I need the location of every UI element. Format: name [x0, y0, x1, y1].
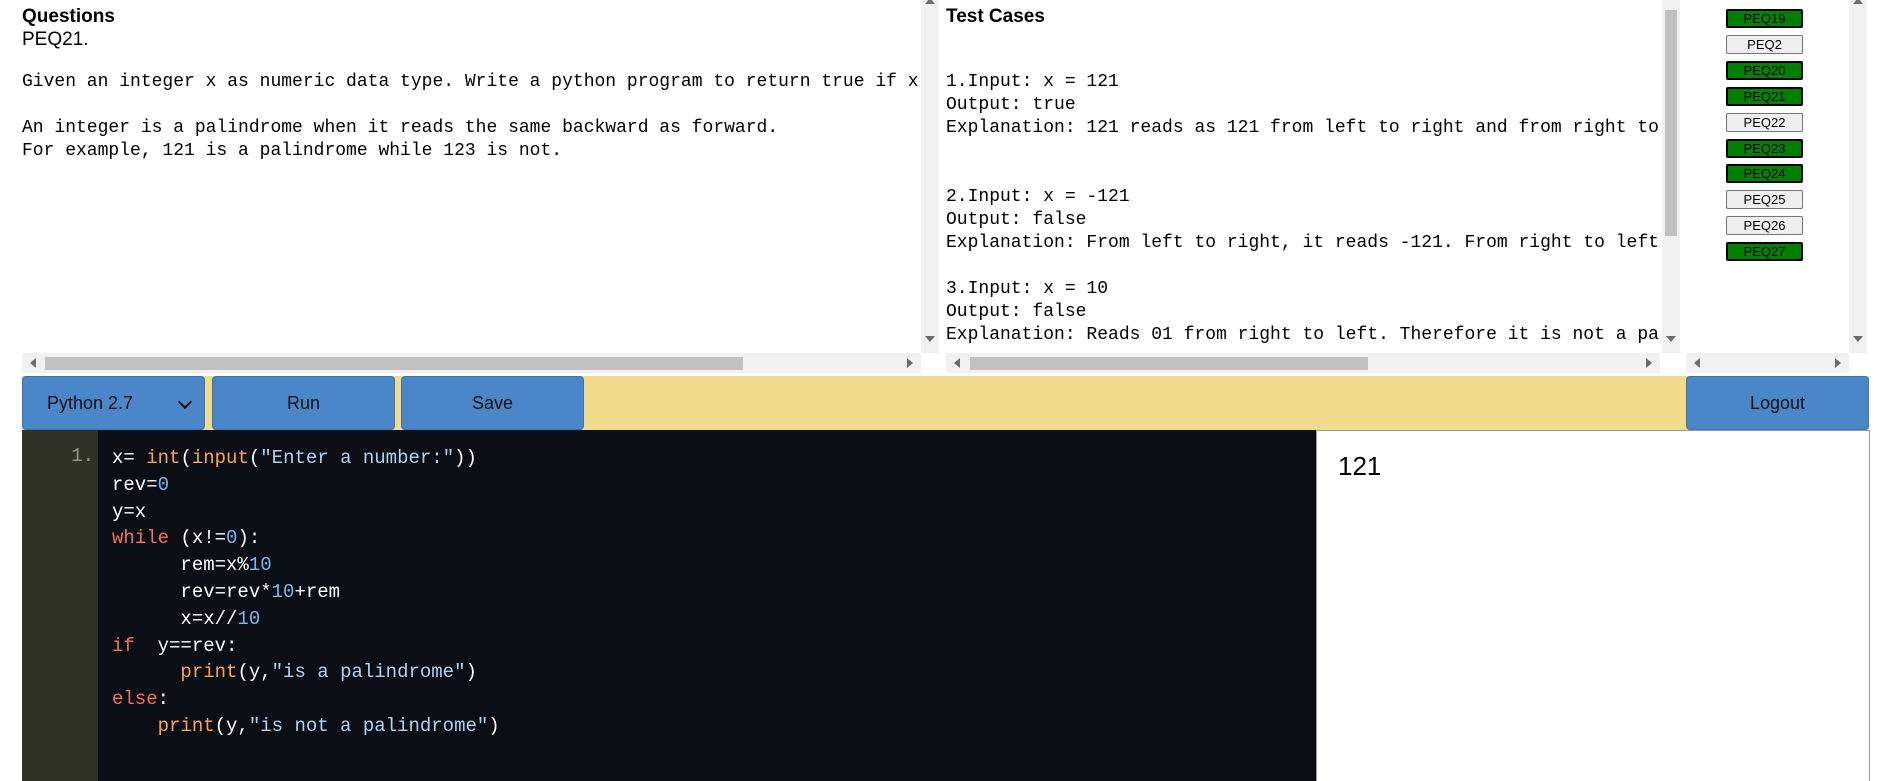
code-editor[interactable]: 1. x= int(input("Enter a number:")) rev=0… [22, 430, 1316, 781]
question-id: PEQ21. [22, 29, 89, 50]
problem-list-horizontal-scrollbar[interactable] [1686, 353, 1849, 373]
problem-button-peq24[interactable]: PEQ24 [1726, 164, 1803, 184]
scroll-left-arrow-icon[interactable] [954, 358, 960, 368]
testcases-vertical-scrollbar[interactable] [1662, 0, 1680, 353]
output-panel: 121 [1316, 430, 1870, 781]
toolbar: Python 2.7 Run Save Logout [22, 376, 1869, 430]
scroll-right-arrow-icon[interactable] [1646, 358, 1652, 368]
code-line: y=x [112, 500, 147, 523]
testcase-line: Explanation: 121 reads as 121 from left … [946, 118, 1659, 138]
code-line: rev=0 [112, 473, 170, 496]
logout-button[interactable]: Logout [1686, 376, 1869, 430]
testcases-pane: Test Cases 1.Input: x = 121 Output: true… [946, 0, 1660, 353]
problem-button-peq19[interactable]: PEQ19 [1726, 9, 1803, 28]
code-line: rev=rev*10+rem [112, 580, 341, 603]
scroll-down-arrow-icon[interactable] [925, 336, 935, 342]
language-select[interactable]: Python 2.7 [22, 376, 205, 430]
testcase-line: Output: true [946, 95, 1076, 115]
scroll-thumb[interactable] [1665, 10, 1677, 236]
questions-horizontal-scrollbar[interactable] [22, 353, 921, 373]
scroll-left-arrow-icon[interactable] [1694, 358, 1700, 368]
scroll-right-arrow-icon[interactable] [907, 358, 913, 368]
problem-button-peq23[interactable]: PEQ23 [1726, 138, 1803, 158]
testcase-line: 1.Input: x = 121 [946, 72, 1119, 92]
testcases-heading: Test Cases [946, 6, 1045, 27]
save-button[interactable]: Save [401, 376, 584, 430]
code-line: x= int(input("Enter a number:")) [112, 447, 477, 469]
scroll-left-arrow-icon[interactable] [30, 358, 36, 368]
scroll-down-arrow-icon[interactable] [1853, 336, 1863, 342]
testcase-line: Output: false [946, 302, 1087, 322]
output-text: 121 [1338, 451, 1382, 481]
testcase-line: Output: false [946, 210, 1087, 230]
question-text-line: An integer is a palindrome when it reads… [22, 118, 779, 138]
code-line: print(y,"is a palindrome") [180, 661, 477, 684]
problem-list-vertical-scrollbar[interactable] [1849, 0, 1867, 353]
questions-vertical-scrollbar[interactable] [921, 0, 939, 353]
problem-button-peq2[interactable]: PEQ2 [1726, 34, 1803, 54]
testcase-line: Explanation: Reads 01 from right to left… [946, 325, 1660, 345]
code-line: else: [112, 688, 170, 711]
testcase-line: 2.Input: x = -121 [946, 187, 1130, 207]
code-line: x=x//10 [112, 607, 261, 630]
problem-button-peq27[interactable]: PEQ27 [1726, 242, 1803, 262]
code-line: while (x!=0): [112, 527, 261, 550]
chevron-down-icon [177, 394, 193, 410]
testcase-line: Explanation: From left to right, it read… [946, 233, 1660, 253]
scroll-up-arrow-icon[interactable] [1853, 0, 1863, 4]
testcase-line: 3.Input: x = 10 [946, 279, 1109, 299]
scroll-up-arrow-icon[interactable] [925, 0, 935, 4]
run-button[interactable]: Run [212, 376, 395, 430]
questions-heading: Questions [22, 6, 115, 27]
problem-button-peq20[interactable]: PEQ20 [1726, 60, 1803, 80]
code-line: print(y,"is not a palindrome") [157, 714, 500, 737]
problem-list: PEQ19 PEQ2 PEQ20 PEQ21 PEQ22 PEQ23 PEQ24 PEQ25 P… [1686, 0, 1849, 353]
scroll-down-arrow-icon[interactable] [1666, 336, 1676, 342]
scroll-right-arrow-icon[interactable] [1835, 358, 1841, 368]
question-text-line: For example, 121 is a palindrome while 1… [22, 141, 563, 161]
line-number: 1. [71, 445, 94, 467]
code-line: if y==rev: [112, 634, 238, 657]
problem-button-peq22[interactable]: PEQ22 [1726, 112, 1803, 132]
code-content[interactable]: x= int(input("Enter a number:")) rev=0 y=x… [112, 445, 500, 740]
questions-pane: Questions PEQ21. Given an integer x as n… [22, 0, 921, 373]
scroll-thumb[interactable] [970, 357, 1368, 370]
problem-button-peq25[interactable]: PEQ25 [1726, 190, 1803, 210]
language-select-value: Python 2.7 [47, 393, 134, 413]
line-number-gutter: 1. [22, 430, 98, 781]
code-line: rem=x%10 [112, 554, 272, 577]
problem-button-peq21[interactable]: PEQ21 [1726, 86, 1803, 106]
testcases-horizontal-scrollbar[interactable] [946, 353, 1660, 373]
problem-button-peq26[interactable]: PEQ26 [1726, 216, 1803, 236]
scroll-thumb[interactable] [45, 357, 743, 370]
question-text-line: Given an integer x as numeric data type.… [22, 72, 921, 92]
